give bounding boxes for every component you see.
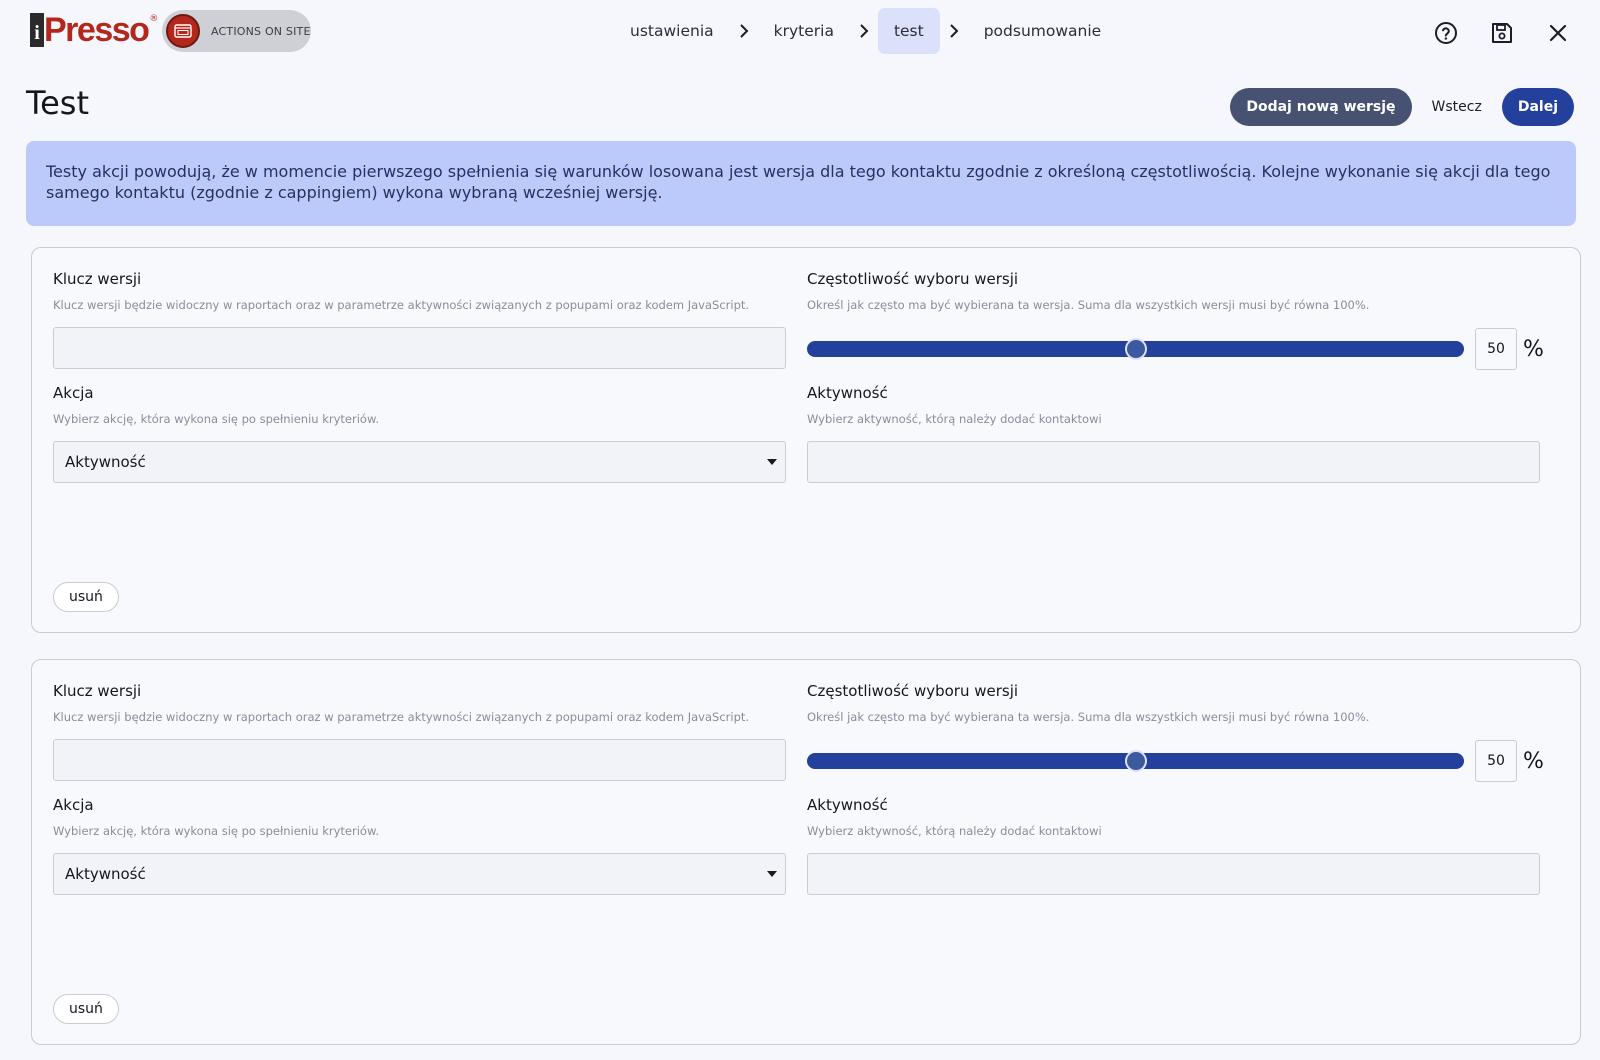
field-help: Wybierz aktywność, którą należy dodać ko… bbox=[807, 412, 1102, 426]
logo-i-mark: i bbox=[30, 13, 44, 47]
breadcrumb-step-label: kryteria bbox=[773, 22, 834, 40]
action-field: Akcja Wybierz akcję, która wykona się po… bbox=[53, 384, 786, 483]
action-select-value: Aktywność bbox=[65, 865, 146, 883]
breadcrumb-step-label: podsumowanie bbox=[983, 22, 1102, 40]
frequency-number-input[interactable]: 50 bbox=[1475, 740, 1517, 782]
breadcrumb-step-label: ustawienia bbox=[630, 22, 714, 40]
header-actions: Dodaj nową wersję Wstecz Dalej bbox=[1230, 88, 1574, 126]
field-label: Aktywność bbox=[807, 384, 888, 402]
action-field: Akcja Wybierz akcję, która wykona się po… bbox=[53, 796, 786, 895]
version-key-field: Klucz wersji Klucz wersji będzie widoczn… bbox=[53, 682, 786, 781]
chevron-right-icon bbox=[850, 24, 878, 38]
slider-handle[interactable] bbox=[1124, 338, 1147, 360]
chevron-right-icon bbox=[940, 24, 968, 38]
version-key-input[interactable] bbox=[53, 739, 786, 781]
help-icon[interactable] bbox=[1430, 17, 1462, 49]
field-label: Aktywność bbox=[807, 796, 888, 814]
field-label: Klucz wersji bbox=[53, 682, 142, 700]
toolbar-icons bbox=[1430, 17, 1574, 49]
frequency-slider[interactable] bbox=[807, 750, 1464, 772]
field-help: Określ jak często ma być wybierana ta we… bbox=[807, 298, 1370, 312]
frequency-slider-row: 50 % bbox=[807, 740, 1544, 782]
frequency-field: Częstotliwość wyboru wersji Określ jak c… bbox=[807, 270, 1544, 370]
version-key-input[interactable] bbox=[53, 327, 786, 369]
info-panel: Testy akcji powodują, że w momencie pier… bbox=[26, 141, 1576, 226]
frequency-number-input[interactable]: 50 bbox=[1475, 328, 1517, 370]
field-help: Wybierz akcję, która wykona się po spełn… bbox=[53, 412, 379, 426]
top-bar: i Presso ® ACTIONS ON SITE ustawienia kr… bbox=[0, 0, 1600, 62]
percent-unit: % bbox=[1523, 748, 1544, 774]
field-help: Wybierz aktywność, którą należy dodać ko… bbox=[807, 824, 1102, 838]
activity-field: Aktywność Wybierz aktywność, którą należ… bbox=[807, 384, 1540, 483]
remove-version-button[interactable]: usuń bbox=[53, 582, 119, 612]
activity-input[interactable] bbox=[807, 441, 1540, 483]
frequency-slider[interactable] bbox=[807, 338, 1464, 360]
frequency-field: Częstotliwość wyboru wersji Określ jak c… bbox=[807, 682, 1544, 782]
field-help: Klucz wersji będzie widoczny w raportach… bbox=[53, 710, 750, 724]
percent-unit: % bbox=[1523, 336, 1544, 362]
action-select-value: Aktywność bbox=[65, 453, 146, 471]
breadcrumb: ustawienia kryteria test podsumowanie bbox=[614, 8, 1117, 54]
module-badge-label: ACTIONS ON SITE bbox=[211, 24, 311, 38]
breadcrumb-step-label: test bbox=[893, 22, 924, 40]
close-icon[interactable] bbox=[1542, 17, 1574, 49]
frequency-slider-row: 50 % bbox=[807, 328, 1544, 370]
version-card: Klucz wersji Klucz wersji będzie widoczn… bbox=[31, 247, 1581, 633]
field-help: Klucz wersji będzie widoczny w raportach… bbox=[53, 298, 750, 312]
field-help: Wybierz akcję, która wykona się po spełn… bbox=[53, 824, 379, 838]
breadcrumb-step-kryteria[interactable]: kryteria bbox=[758, 8, 850, 54]
activity-field: Aktywność Wybierz aktywność, którą należ… bbox=[807, 796, 1540, 895]
module-badge[interactable]: ACTIONS ON SITE bbox=[162, 10, 311, 52]
field-label: Akcja bbox=[53, 384, 94, 402]
caret-down-icon bbox=[767, 871, 777, 877]
field-label: Częstotliwość wyboru wersji bbox=[807, 682, 1019, 700]
field-label: Akcja bbox=[53, 796, 94, 814]
breadcrumb-step-test[interactable]: test bbox=[877, 8, 940, 54]
breadcrumb-step-podsumowanie[interactable]: podsumowanie bbox=[968, 8, 1117, 54]
actions-on-site-icon bbox=[166, 14, 200, 48]
action-select[interactable]: Aktywność bbox=[53, 853, 786, 895]
version-key-field: Klucz wersji Klucz wersji będzie widoczn… bbox=[53, 270, 786, 369]
field-label: Częstotliwość wyboru wersji bbox=[807, 270, 1019, 288]
breadcrumb-step-ustawienia[interactable]: ustawienia bbox=[614, 8, 730, 54]
logo-registered-mark: ® bbox=[149, 14, 159, 24]
save-icon[interactable] bbox=[1486, 17, 1518, 49]
logo-wordmark: Presso bbox=[44, 11, 150, 49]
remove-version-button[interactable]: usuń bbox=[53, 994, 119, 1024]
back-button[interactable]: Wstecz bbox=[1420, 88, 1494, 126]
version-card: Klucz wersji Klucz wersji będzie widoczn… bbox=[31, 659, 1581, 1045]
page-title: Test bbox=[26, 84, 90, 122]
next-button[interactable]: Dalej bbox=[1501, 88, 1574, 126]
ipresso-logo[interactable]: i Presso ® bbox=[30, 10, 158, 50]
field-help: Określ jak często ma być wybierana ta we… bbox=[807, 710, 1370, 724]
caret-down-icon bbox=[767, 459, 777, 465]
field-label: Klucz wersji bbox=[53, 270, 142, 288]
action-select[interactable]: Aktywność bbox=[53, 441, 786, 483]
add-version-button[interactable]: Dodaj nową wersję bbox=[1230, 88, 1412, 126]
activity-input[interactable] bbox=[807, 853, 1540, 895]
chevron-right-icon bbox=[730, 24, 758, 38]
slider-handle[interactable] bbox=[1124, 750, 1147, 772]
